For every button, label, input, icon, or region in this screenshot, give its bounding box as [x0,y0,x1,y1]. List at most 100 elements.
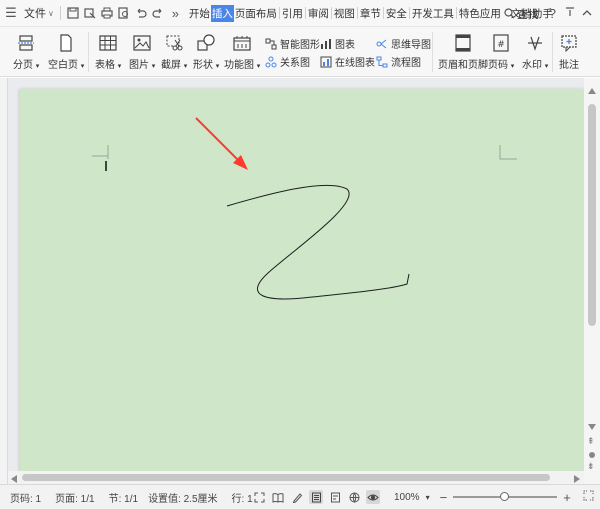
horizontal-scrollbar[interactable] [8,471,584,484]
search-button[interactable]: 查找 [504,6,539,22]
document-page[interactable] [20,89,584,473]
more-icon[interactable]: » [167,0,184,27]
help-icon[interactable]: ? [549,6,556,21]
shape-icon [196,33,216,53]
tab-home[interactable]: 开始 [188,5,211,22]
page-number-button[interactable]: # 页码 ▾ [488,33,514,71]
tab-developer[interactable]: 开发工具 [411,5,455,22]
save-icon[interactable] [65,0,82,27]
eye-protection-icon[interactable] [366,490,380,504]
redo-icon[interactable] [150,0,167,27]
undo-icon[interactable] [133,0,150,27]
relation-chart-icon [265,56,277,67]
smart-shape-label: 智能图形 [280,40,320,51]
tab-insert[interactable]: 插入 [210,4,234,22]
status-bar: 页码: 1 页面: 1/1 节: 1/1 设置值: 2.5厘米 行: 1 100… [0,484,600,509]
preview-icon[interactable] [116,0,133,27]
blank-page-label: 空白页 ▾ [48,60,85,71]
page-break-button[interactable]: 分页 ▾ [13,33,39,71]
view-mode-group [252,485,380,509]
function-chart-icon [232,33,252,53]
status-row[interactable]: 行: 1 [232,490,253,505]
zoom-level[interactable]: 100% [394,492,420,503]
page-number-label: 页码 ▾ [488,60,515,71]
zoom-slider[interactable] [453,490,558,504]
vertical-scroll-thumb[interactable] [588,104,596,326]
function-chart-button[interactable]: 功能图 ▾ [224,33,260,71]
pen-icon[interactable] [290,490,304,504]
zoom-out-button[interactable]: − [440,490,448,505]
page-canvas [92,117,517,300]
tab-features[interactable]: 特色应用 [458,5,502,22]
tab-security[interactable]: 安全 [385,5,408,22]
status-page-number[interactable]: 页码: 1 [10,490,41,505]
zoom-slider-knob[interactable] [500,492,510,501]
tab-references[interactable]: 引用 [281,5,304,22]
file-menu[interactable]: 文件 ∨ [22,5,56,21]
flowchart-button[interactable]: 流程图 [376,54,421,69]
shape-button[interactable]: 形状 ▾ [193,33,219,71]
screenshot-button[interactable]: 截屏 ▾ [161,33,187,71]
chevron-down-icon: ∨ [48,8,54,18]
menu-icon[interactable]: ☰ [0,0,22,27]
header-footer-label: 页眉和页脚 [438,60,488,71]
blank-page-icon [56,33,76,53]
header-footer-button[interactable]: 页眉和页脚 [438,33,488,71]
search-icon [504,8,515,19]
watermark-icon [525,33,545,53]
print-icon[interactable] [99,0,116,27]
tab-view[interactable]: 视图 [333,5,356,22]
chart-button[interactable]: 图表 [320,36,355,51]
reading-mode-icon[interactable] [271,490,285,504]
watermark-label: 水印 ▾ [522,60,549,71]
menubar-right: 查找 ? [504,0,600,27]
web-view-icon[interactable] [347,490,361,504]
file-menu-label: 文件 [24,8,46,20]
screenshot-label: 截屏 ▾ [161,60,188,71]
zoom-dropdown-icon[interactable]: ▾ [426,493,430,502]
fit-window-icon[interactable] [583,490,594,504]
margin-mark-top-right [499,145,517,160]
tab-page-layout[interactable]: 页面布局 [234,5,278,22]
flowchart-icon [376,56,388,67]
scroll-up-icon[interactable] [588,85,596,97]
minimize-ribbon-icon[interactable] [565,7,575,20]
page-view-icon[interactable] [309,490,323,504]
picture-label: 图片 ▾ [129,60,156,71]
header-footer-icon [453,33,473,53]
print-preview-icon[interactable] [82,0,99,27]
picture-icon [132,33,152,53]
table-icon [98,33,118,53]
table-label: 表格 ▾ [95,60,122,71]
tab-chapter[interactable]: 章节 [359,5,382,22]
fullscreen-icon[interactable] [252,490,266,504]
mind-map-button[interactable]: 思维导图 [376,36,431,51]
status-page-count[interactable]: 页面: 1/1 [55,490,94,505]
status-section[interactable]: 节: 1/1 [109,490,138,505]
vertical-scrollbar[interactable]: ⇞ ⇟ [584,78,600,484]
blank-page-button[interactable]: 空白页 ▾ [48,33,84,71]
smart-shape-button[interactable]: 智能图形 [265,36,320,51]
outline-view-icon[interactable] [328,490,342,504]
margin-mark-top-left [92,145,109,159]
collapse-icon[interactable] [582,8,592,20]
search-label: 查找 [516,8,539,21]
separator [59,6,61,20]
horizontal-scroll-thumb[interactable] [22,474,550,481]
status-setting-value[interactable]: 设置值: 2.5厘米 [148,490,217,505]
prev-page-icon[interactable]: ⇞ [587,436,595,447]
next-page-icon[interactable]: ⇟ [587,461,595,472]
svg-text:#: # [497,40,505,50]
picture-button[interactable]: 图片 ▾ [129,33,155,71]
scissors-icon [164,33,184,53]
zoom-in-button[interactable]: + [563,490,571,505]
online-chart-button[interactable]: 在线图表 [320,54,375,69]
comment-icon [559,33,579,53]
table-button[interactable]: 表格 ▾ [95,33,121,71]
watermark-button[interactable]: 水印 ▾ [522,33,548,71]
freehand-z-stroke [226,184,410,300]
comment-button[interactable]: 批注 [559,33,579,71]
scroll-down-icon[interactable] [588,421,596,433]
relation-chart-button[interactable]: 关系图 [265,54,310,69]
tab-review[interactable]: 审阅 [307,5,330,22]
